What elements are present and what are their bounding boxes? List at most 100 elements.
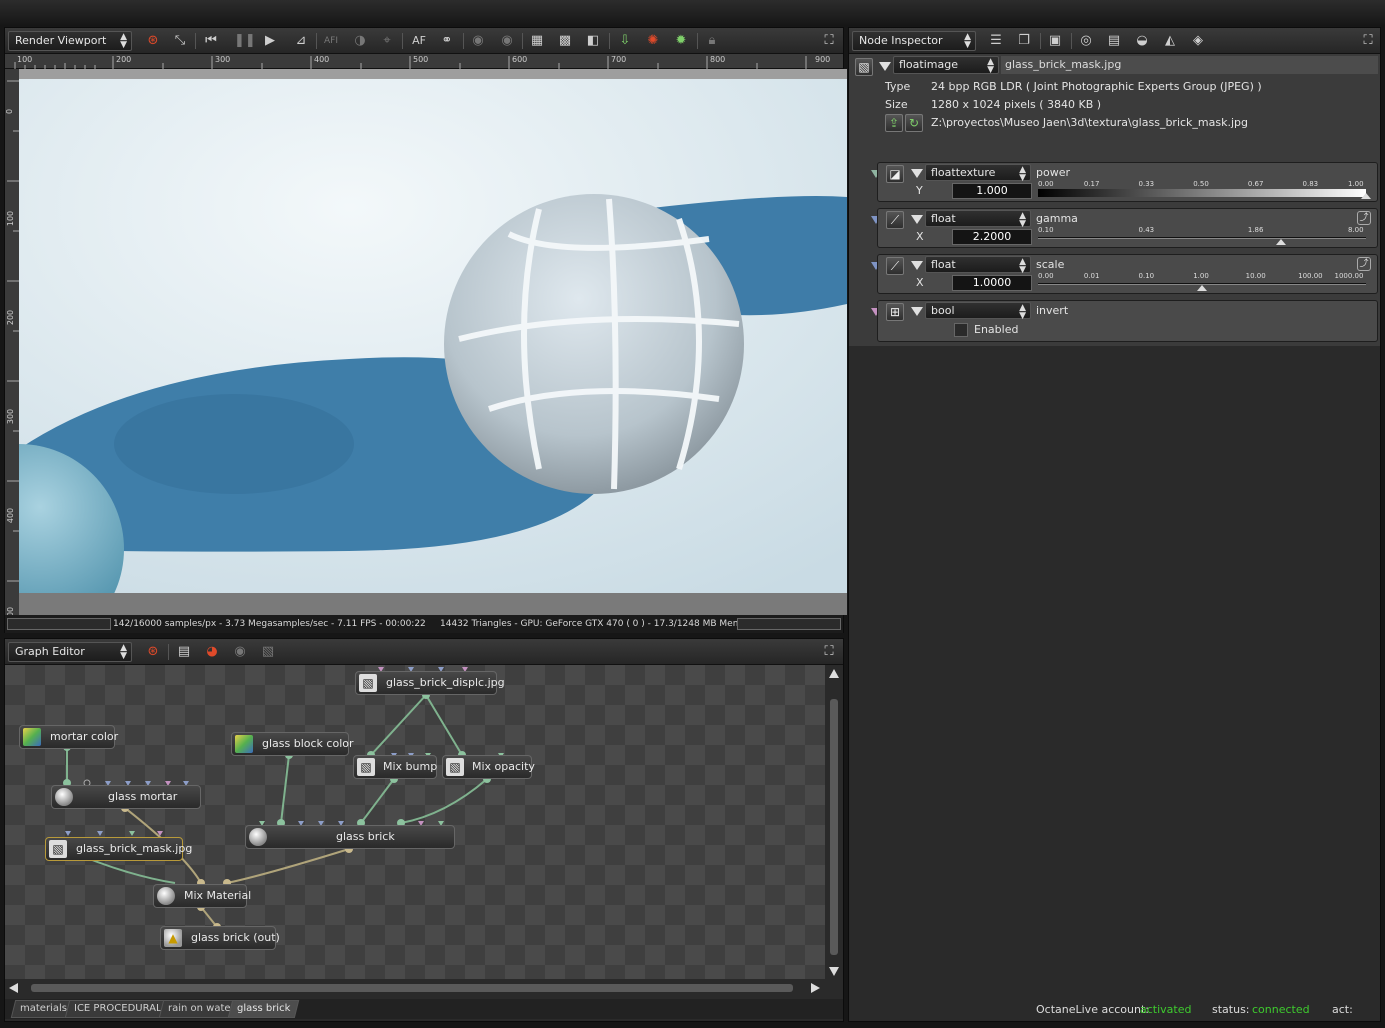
color-picker-icon[interactable]: ✺ <box>645 33 661 49</box>
sphere-preview-icon[interactable]: ◉ <box>470 33 486 49</box>
node-glass-brick[interactable]: glass brick <box>245 825 455 849</box>
measure-icon[interactable]: ⊿ <box>293 33 309 49</box>
bool-icon: ⊞ <box>886 303 904 321</box>
node-mix-bump[interactable]: ▧ Mix bump <box>353 755 437 779</box>
param-type-dropdown[interactable]: float ▲ ▼ <box>925 256 1031 275</box>
recenter-icon[interactable]: ⤡ <box>172 33 188 49</box>
texture-icon[interactable]: ▧ <box>260 644 276 660</box>
play-icon[interactable]: ▶ <box>262 33 278 49</box>
imager-icon[interactable]: ▣ <box>1047 33 1063 49</box>
collapse-triangle-icon[interactable] <box>879 62 891 71</box>
gamma-slider[interactable] <box>1038 237 1366 239</box>
maximize-icon[interactable]: ⛶ <box>821 644 837 660</box>
checker-background-icon[interactable]: ◧ <box>585 33 601 49</box>
node-type-dropdown[interactable]: floatimage ▲ ▼ <box>893 56 999 75</box>
toolbar-divider <box>402 33 403 49</box>
region-render-icon[interactable]: ▦ <box>529 33 545 49</box>
node-mortar-color[interactable]: mortar color <box>19 725 118 749</box>
slider-thumb[interactable] <box>1197 285 1207 291</box>
environment-icon[interactable]: ◒ <box>1134 33 1150 49</box>
lifesaver-icon[interactable]: ⊛ <box>145 644 161 660</box>
maximize-icon[interactable]: ⛶ <box>1360 33 1376 49</box>
slider-scale-label: 0.50 <box>1193 180 1209 188</box>
load-image-icon[interactable]: ⇪ <box>885 114 903 132</box>
expand-all-icon[interactable]: ❐ <box>1016 33 1032 49</box>
node-glass-block-color[interactable]: glass block color <box>231 732 354 756</box>
node-glass-mortar[interactable]: glass mortar <box>51 785 201 809</box>
node-name-field[interactable]: glass_brick_mask.jpg <box>1001 56 1378 74</box>
param-type-dropdown[interactable]: float ▲ ▼ <box>925 210 1031 229</box>
collapse-triangle-icon[interactable] <box>911 261 923 270</box>
panel-selector-dropdown[interactable]: Render Viewport ▲ ▼ <box>8 31 132 51</box>
power-value-input[interactable]: 1.000 <box>952 183 1032 199</box>
graph-tabs: materials ICE PROCEDURAL rain on water g… <box>5 999 843 1019</box>
panel-selector-dropdown[interactable]: Graph Editor ▲ ▼ <box>8 642 132 662</box>
scroll-right-icon[interactable] <box>811 983 820 993</box>
account-label: OctaneLive account: <box>1036 1003 1149 1016</box>
white-balance-icon[interactable]: ◑ <box>352 33 368 49</box>
node-glass-brick-displc[interactable]: ▧ glass_brick_displc.jpg <box>355 671 505 695</box>
param-type-dropdown[interactable]: floattexture ▲ ▼ <box>925 164 1031 183</box>
save-render-icon[interactable]: ⇩ <box>617 33 633 49</box>
pause-icon[interactable]: ❚❚ <box>234 33 256 49</box>
autofocus-button[interactable]: AF <box>411 33 427 49</box>
render-stats-text: 142/16000 samples/px - 3.73 Megasamples/… <box>113 619 426 629</box>
reload-image-icon[interactable]: ↻ <box>905 114 923 132</box>
gamma-value-input[interactable]: 2.2000 <box>952 229 1032 245</box>
slider-thumb[interactable] <box>1275 239 1286 245</box>
kernel-icon[interactable]: ▤ <box>1106 33 1122 49</box>
material-ball-icon[interactable]: ◕ <box>204 644 220 660</box>
restart-render-icon[interactable]: ⏮ <box>203 33 219 49</box>
render-image[interactable] <box>19 79 847 593</box>
render-viewport-toolbar: Render Viewport ▲ ▼ ⊛ ⤡ ⏮ ❚❚ ▶ ⊿ AFI ◑ ⌖ … <box>5 28 843 54</box>
node-graph-canvas[interactable]: ▧ glass_brick_displc.jpg mortar color gl… <box>5 665 827 983</box>
node-glass-brick-out[interactable]: ▲ glass brick (out) <box>160 926 280 950</box>
param-type-label: float <box>931 258 956 271</box>
tab-ice-procedural[interactable]: ICE PROCEDURAL <box>64 1000 171 1018</box>
sphere-alt-icon[interactable]: ◉ <box>499 33 515 49</box>
curve-toggle-icon[interactable]: ⤴ <box>1357 257 1371 271</box>
node-mix-material[interactable]: Mix Material <box>153 884 251 908</box>
focus-picker-icon[interactable]: AFI <box>323 33 339 49</box>
alpha-channel-icon[interactable]: ▩ <box>557 33 573 49</box>
tab-glass-brick[interactable]: glass brick <box>227 1000 300 1018</box>
ruler-label: 400 <box>6 507 16 524</box>
slider-scale-label: 1.86 <box>1247 226 1264 234</box>
param-type-dropdown[interactable]: bool ▲ ▼ <box>925 302 1031 321</box>
toolbar-divider <box>1071 33 1072 49</box>
collapse-triangle-icon[interactable] <box>911 215 923 224</box>
lifesaver-icon[interactable]: ⊛ <box>145 33 161 49</box>
sky-icon[interactable]: ◭ <box>1162 33 1178 49</box>
scale-value-input[interactable]: 1.0000 <box>952 275 1032 291</box>
scroll-up-icon[interactable] <box>829 669 839 678</box>
toolbar-divider <box>522 33 523 49</box>
node-mix-opacity[interactable]: ▧ Mix opacity <box>442 755 535 779</box>
slider-scale-label: 0.83 <box>1302 180 1319 188</box>
scroll-left-icon[interactable] <box>9 983 18 993</box>
scroll-thumb[interactable] <box>830 699 838 955</box>
maximize-icon[interactable]: ⛶ <box>821 33 837 49</box>
curve-toggle-icon[interactable]: ⤴ <box>1357 211 1371 225</box>
object-picker-icon[interactable]: ⚭ <box>439 33 455 49</box>
object-icon[interactable]: ◉ <box>232 644 248 660</box>
horizontal-scrollbar[interactable] <box>5 979 843 997</box>
vertical-ruler: 0 100 200 300 400 500 <box>5 69 20 627</box>
vertical-scrollbar[interactable] <box>825 665 843 983</box>
load-scene-icon[interactable]: ▤ <box>176 644 192 660</box>
lock-icon[interactable]: 🔒︎ <box>704 33 720 49</box>
scroll-thumb[interactable] <box>31 984 793 992</box>
settings-cog-icon[interactable]: ✹ <box>673 33 689 49</box>
collapse-triangle-icon[interactable] <box>911 307 923 316</box>
node-label: glass block color <box>262 737 354 750</box>
scroll-down-icon[interactable] <box>829 967 839 976</box>
invert-checkbox[interactable] <box>954 323 968 337</box>
camera-icon[interactable]: ◎ <box>1078 33 1094 49</box>
material-picker-icon[interactable]: ⌖ <box>379 33 395 49</box>
power-gradient-slider[interactable] <box>1038 189 1366 197</box>
panel-selector-dropdown[interactable]: Node Inspector ▲ ▼ <box>852 31 976 51</box>
collapse-triangle-icon[interactable] <box>911 169 923 178</box>
collapse-all-icon[interactable]: ☰ <box>988 33 1004 49</box>
slider-thumb[interactable] <box>1361 193 1371 199</box>
node-glass-brick-mask[interactable]: ▧ glass_brick_mask.jpg <box>45 837 192 861</box>
mesh-icon[interactable]: ◈ <box>1190 33 1206 49</box>
